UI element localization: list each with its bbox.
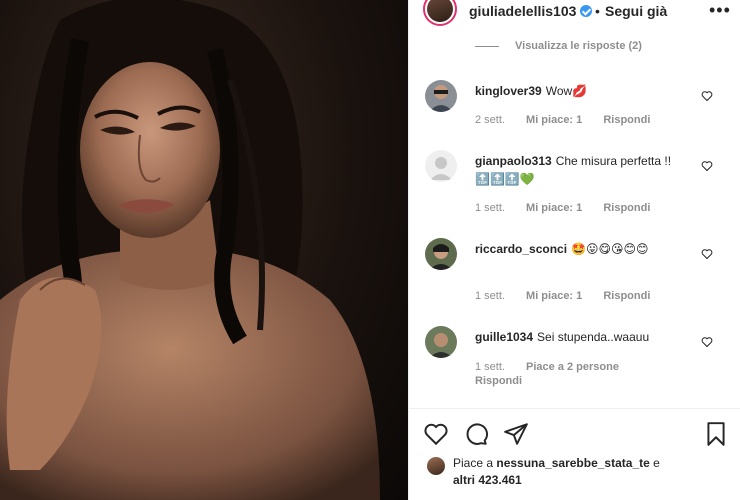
comments-list[interactable]: Visualizza le risposte (2) kinglover39 Wo… [409, 36, 740, 406]
reply-button[interactable]: Rispondi [475, 375, 522, 387]
author-avatar[interactable] [423, 0, 457, 26]
liked-by-connector: e [653, 456, 660, 470]
post-image [0, 0, 380, 500]
comment-icon[interactable] [463, 421, 489, 447]
reply-button[interactable]: Rispondi [603, 202, 650, 214]
comment-like-heart-icon[interactable] [701, 160, 713, 172]
comment-meta: 1 sett. Mi piace: 1 Rispondi [475, 202, 668, 214]
view-replies-link[interactable]: Visualizza le risposte (2) [475, 40, 642, 52]
comment-time[interactable]: 1 sett. [475, 361, 505, 373]
comment-like-heart-icon[interactable] [701, 336, 713, 348]
post-actions: Piace a nessuna_sarebbe_stata_te e altri… [409, 408, 740, 500]
verified-badge-icon [580, 5, 593, 17]
comment-username[interactable]: gianpaolo313 [475, 154, 552, 168]
share-icon[interactable] [503, 421, 529, 447]
comment-likes[interactable]: Mi piace: 1 [526, 114, 582, 126]
reply-button[interactable]: Rispondi [603, 114, 650, 126]
avatar[interactable] [425, 80, 457, 112]
comment-time[interactable]: 1 sett. [475, 202, 505, 214]
liked-by-others[interactable]: altri 423.461 [453, 473, 522, 487]
comment-meta: 1 sett. Mi piace: 1 Rispondi [475, 290, 668, 302]
avatar[interactable] [425, 150, 457, 182]
reply-button[interactable]: Rispondi [603, 290, 650, 302]
comment-username[interactable]: riccardo_sconci [475, 242, 567, 256]
liked-by-user[interactable]: nessuna_sarebbe_stata_te [496, 456, 649, 470]
author-username[interactable]: giuliadelellis103 [469, 3, 593, 19]
avatar[interactable] [425, 238, 457, 270]
comment-text: Wow💋 [545, 84, 588, 98]
comment-text: 🤩😛😋😘😊😊 [571, 242, 649, 256]
more-options-icon[interactable]: ••• [709, 0, 731, 21]
comment-meta: 1 sett. Piace a 2 persone Rispondi [475, 360, 675, 388]
comment-likes[interactable]: Mi piace: 1 [526, 202, 582, 214]
header-separator: • [595, 3, 600, 19]
follow-button[interactable]: Segui già [605, 3, 667, 19]
comment-username[interactable]: kinglover39 [475, 84, 542, 98]
post-sidebar: giuliadelellis103 • Segui già ••• Visual… [408, 0, 740, 500]
bookmark-icon[interactable] [703, 421, 729, 447]
comment-time[interactable]: 2 sett. [475, 114, 505, 126]
post-header: giuliadelellis103 • Segui già ••• [409, 0, 740, 30]
comment-time[interactable]: 1 sett. [475, 290, 505, 302]
heart-icon[interactable] [423, 421, 449, 447]
liked-by-prefix: Piace a [453, 456, 494, 470]
comment-like-heart-icon[interactable] [701, 90, 713, 102]
comment-meta: 2 sett. Mi piace: 1 Rispondi [475, 114, 668, 126]
avatar[interactable] [425, 326, 457, 358]
comment-likes[interactable]: Mi piace: 1 [526, 290, 582, 302]
comment-likes[interactable]: Piace a 2 persone [526, 361, 619, 373]
post-photo[interactable] [0, 0, 408, 500]
comment-like-heart-icon[interactable] [701, 248, 713, 260]
avatar[interactable] [427, 457, 445, 475]
comment-username[interactable]: guille1034 [475, 330, 533, 344]
comment-text: Sei stupenda..waauu [537, 330, 650, 344]
